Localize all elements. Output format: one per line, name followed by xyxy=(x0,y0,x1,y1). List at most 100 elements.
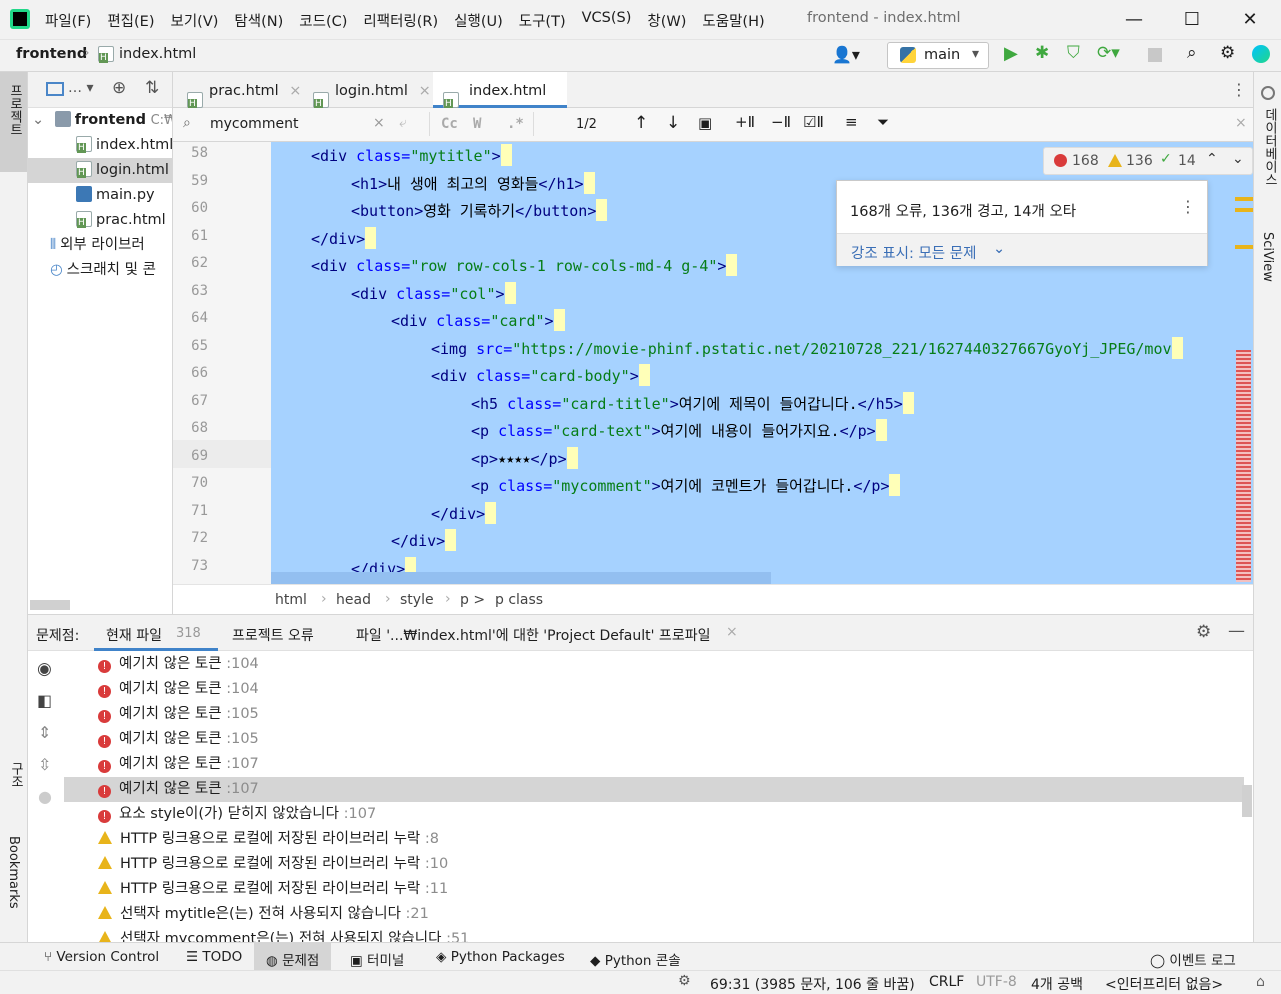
filter-icon[interactable]: ⏷ xyxy=(877,113,889,131)
next-problem-icon[interactable]: ⌄ xyxy=(1232,151,1244,167)
code-line[interactable]: <img src="https://movie-phinf.pstatic.ne… xyxy=(431,336,1183,359)
gear-icon[interactable]: ⚙ xyxy=(1196,622,1211,642)
more-tabs-icon[interactable]: ⋮ xyxy=(1231,80,1247,99)
menu-navigate[interactable]: 탐색(N) xyxy=(234,10,283,31)
add-occurrence-icon[interactable]: +Ⅱ xyxy=(735,113,755,131)
warning-marker[interactable] xyxy=(1235,197,1253,201)
nav-project[interactable]: frontend xyxy=(16,46,87,62)
code-line[interactable]: <p class="mycomment">여기에 코멘트가 들어갑니다.</p> xyxy=(471,474,901,496)
crumb-p[interactable]: p > xyxy=(460,592,485,608)
indent-setting[interactable]: 4개 공백 xyxy=(1031,974,1083,994)
code-line[interactable]: <div class="mytitle"> xyxy=(311,144,512,166)
chevron-down-icon[interactable]: ⌄ xyxy=(993,241,1005,257)
tab-prac-html[interactable]: prac.html × xyxy=(173,72,301,109)
collapse-icon[interactable]: ⇅ xyxy=(145,78,159,98)
event-log-tool[interactable]: ◯ 이벤트 로그 xyxy=(1150,949,1236,969)
code-line[interactable]: <p class="card-text">여기에 내용이 들어가지요.</p> xyxy=(471,419,887,441)
code-line[interactable]: <h5 class="card-title">여기에 제목이 들어갑니다.</h… xyxy=(471,391,914,414)
close-tab-icon[interactable]: × xyxy=(726,624,738,640)
caret-position[interactable]: 69:31 (3985 문자, 106 줄 바꿈) xyxy=(710,974,915,994)
profile-icon[interactable]: ⟳▾ xyxy=(1097,43,1120,63)
tab-project-errors[interactable]: 프로젝트 오류 xyxy=(232,625,314,645)
structure-tool-label[interactable]: 구조 xyxy=(6,762,25,788)
code-line[interactable]: </div> xyxy=(311,226,377,249)
horizontal-scrollbar[interactable] xyxy=(30,600,70,610)
find-input[interactable]: mycomment xyxy=(210,116,298,132)
problem-row[interactable]: ! 예기치 않은 토큰 :107 xyxy=(64,777,1244,802)
menu-file[interactable]: 파일(F) xyxy=(45,10,91,31)
select-all-icon[interactable]: ▣ xyxy=(698,114,712,132)
error-marker-strip[interactable] xyxy=(1236,350,1251,582)
collapse-all-icon[interactable]: ⇳ xyxy=(38,755,51,774)
tree-file-main[interactable]: main.py xyxy=(76,183,155,208)
crumb-html[interactable]: html xyxy=(275,592,307,608)
line-separator[interactable]: CRLF xyxy=(929,974,964,990)
code-line[interactable]: <button>영화 기록하기</button> xyxy=(351,199,608,221)
coverage-icon[interactable]: ⛉ xyxy=(1067,43,1080,63)
whole-words-toggle[interactable]: W xyxy=(473,116,481,132)
menu-edit[interactable]: 편집(E) xyxy=(107,10,154,31)
menu-run[interactable]: 실행(U) xyxy=(454,10,503,31)
nav-file[interactable]: index.html xyxy=(119,46,196,62)
view-select-chevron-icon[interactable]: … ▾ xyxy=(68,80,93,96)
popup-more-icon[interactable]: ⋮ xyxy=(1180,197,1196,216)
code-line[interactable]: <div class="row row-cols-1 row-cols-md-4… xyxy=(311,254,738,276)
gear-icon[interactable]: ⚙ xyxy=(1220,43,1235,63)
warning-marker[interactable] xyxy=(1235,208,1253,212)
problem-row[interactable]: ! 요소 style이(가) 닫히지 않았습니다 :107 xyxy=(64,802,1244,827)
jetbrains-toolbox-icon[interactable] xyxy=(1252,45,1270,63)
menu-help[interactable]: 도움말(H) xyxy=(702,10,764,31)
inspector-icon[interactable]: ⚙ xyxy=(678,973,691,989)
problem-row[interactable]: HTTP 링크용으로 로컬에 저장된 라이브러리 누락 :10 xyxy=(64,852,1244,877)
prev-problem-icon[interactable]: ⌃ xyxy=(1206,151,1218,167)
tab-profile[interactable]: 파일 '...₩index.html'에 대한 'Project Default… xyxy=(356,625,710,645)
lock-icon[interactable]: ⌂ xyxy=(1256,974,1265,990)
crumb-style[interactable]: style xyxy=(400,592,434,608)
code-line[interactable]: <div class="card-body"> xyxy=(431,364,650,386)
tab-login-html[interactable]: login.html × xyxy=(299,72,431,109)
tree-file-index[interactable]: index.html xyxy=(76,133,172,158)
crumb-head[interactable]: head xyxy=(336,592,371,608)
hide-panel-icon[interactable]: — xyxy=(1228,621,1245,641)
match-case-toggle[interactable]: Cc xyxy=(441,116,458,132)
preview-icon[interactable]: ◧ xyxy=(37,691,52,710)
stop-icon[interactable] xyxy=(1148,48,1162,62)
problem-list-scrollbar[interactable] xyxy=(1242,785,1252,817)
run-config-select[interactable]: main ▾ xyxy=(887,42,989,69)
maximize-button[interactable]: ☐ xyxy=(1180,8,1204,32)
close-find-icon[interactable]: × xyxy=(1235,115,1247,131)
editor-horizontal-scrollbar[interactable] xyxy=(271,572,771,584)
minimize-button[interactable]: — xyxy=(1122,8,1146,32)
menu-tools[interactable]: 도구(T) xyxy=(519,10,566,31)
problem-row[interactable]: ! 예기치 않은 토큰 :104 xyxy=(64,652,1244,677)
previous-match-icon[interactable]: ↑ xyxy=(634,113,648,133)
python-console-tool[interactable]: ◆ Python 콘솔 xyxy=(590,949,681,969)
close-tab-icon[interactable]: × xyxy=(419,83,431,99)
code-line[interactable]: <h1>내 생애 최고의 영화들</h1> xyxy=(351,171,595,194)
select-all-occurrences-icon[interactable]: ☑Ⅱ xyxy=(803,113,824,131)
problem-row[interactable]: ! 예기치 않은 토큰 :104 xyxy=(64,677,1244,702)
sciview-tool-label[interactable]: SciView xyxy=(1260,232,1275,282)
regex-toggle[interactable]: .* xyxy=(507,116,524,132)
crumb-p-class[interactable]: p class xyxy=(495,592,543,608)
problem-row[interactable]: ! 예기치 않은 토큰 :105 xyxy=(64,702,1244,727)
tree-file-login[interactable]: login.html xyxy=(28,158,172,183)
tree-scratches[interactable]: ◴ 스크래치 및 콘 xyxy=(50,258,156,283)
replace-icon[interactable]: ⤶ xyxy=(399,115,407,131)
inspection-widget[interactable]: 168 136 ✓ 14 ⌃ ⌄ xyxy=(1043,147,1253,175)
menu-window[interactable]: 창(W) xyxy=(647,10,686,31)
menu-vcs[interactable]: VCS(S) xyxy=(582,10,632,31)
tree-file-prac[interactable]: prac.html xyxy=(76,208,166,233)
todo-tool[interactable]: ☰ TODO xyxy=(186,949,242,965)
remove-occurrence-icon[interactable]: −Ⅱ xyxy=(771,113,791,131)
python-packages-tool[interactable]: ◈ Python Packages xyxy=(436,949,565,965)
clear-search-icon[interactable]: × xyxy=(373,115,385,131)
lightbulb-icon[interactable]: ● xyxy=(38,787,52,806)
bookmarks-tool-label[interactable]: Bookmarks xyxy=(6,836,21,909)
tab-index-html[interactable]: index.html xyxy=(433,72,567,109)
file-encoding[interactable]: UTF-8 xyxy=(976,974,1017,990)
code-line[interactable]: <div class="card"> xyxy=(391,309,565,331)
menu-view[interactable]: 보기(V) xyxy=(171,10,219,31)
tree-root[interactable]: ⌄ frontend C:₩ xyxy=(28,108,172,133)
highlight-level-link[interactable]: 강조 표시: 모든 문제 xyxy=(851,242,976,263)
